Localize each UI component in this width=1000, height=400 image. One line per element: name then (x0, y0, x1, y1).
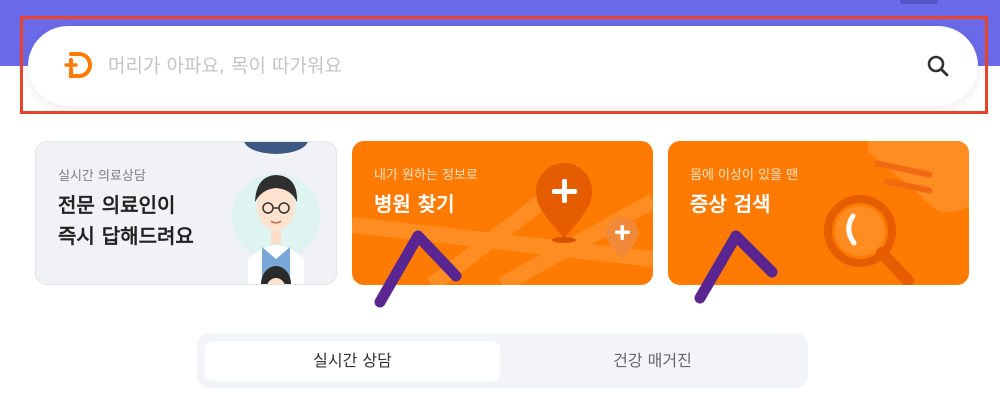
brand-logo-icon (64, 52, 92, 78)
consult-card-subtitle: 실시간 의료상담 (58, 169, 146, 184)
hospital-search-card[interactable]: 내가 원하는 정보로 병원 찾기 (352, 141, 653, 285)
realtime-consult-card[interactable]: 실시간 의료상담 전문 의료인이 즉시 답해드려요 (35, 141, 337, 285)
symptom-card-subtitle: 몸에 이상이 있을 땐 (690, 168, 799, 183)
consult-title-line-2: 즉시 답해드려요 (58, 224, 194, 248)
tab-realtime-consult[interactable]: 실시간 상담 (205, 341, 500, 381)
hospital-card-subtitle: 내가 원하는 정보로 (374, 168, 478, 183)
hospital-card-title: 병원 찾기 (374, 192, 455, 216)
tab-health-magazine[interactable]: 건강 매거진 (505, 341, 800, 381)
consult-title-line-1: 전문 의료인이 (58, 193, 176, 217)
content-tabs: 실시간 상담 건강 매거진 (197, 333, 808, 388)
header-corner-tab (900, 0, 938, 4)
search-icon[interactable] (924, 52, 952, 80)
consult-card-title: 전문 의료인이 즉시 답해드려요 (58, 190, 194, 252)
symptom-card-title: 증상 검색 (690, 192, 771, 216)
search-input[interactable]: 머리가 아파요, 목이 따가워요 (108, 26, 342, 106)
search-bar[interactable]: 머리가 아파요, 목이 따가워요 (28, 26, 978, 106)
symptom-search-card[interactable]: 몸에 이상이 있을 땐 증상 검색 (668, 141, 969, 285)
